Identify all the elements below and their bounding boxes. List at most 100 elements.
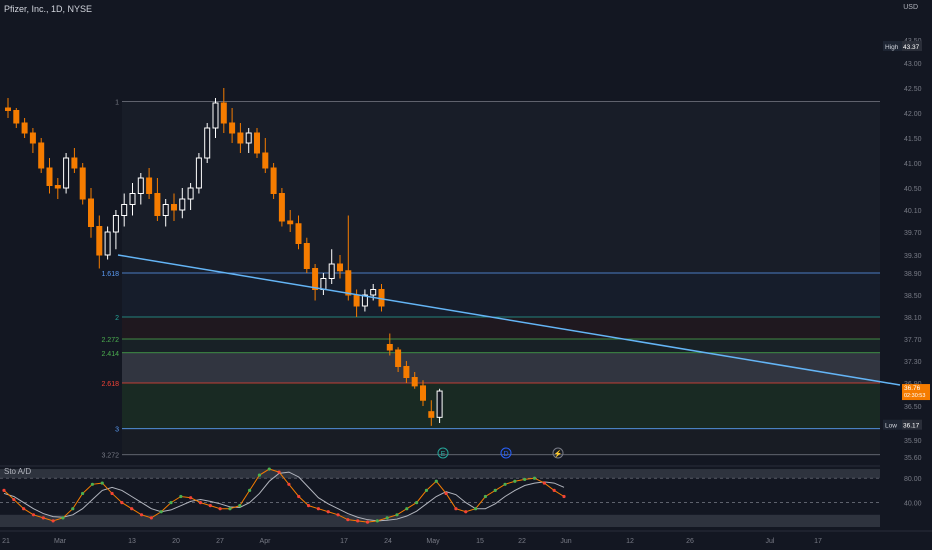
low-label: Low	[885, 423, 897, 430]
candle-body	[129, 193, 136, 205]
candle-body	[112, 215, 119, 233]
stoch-d-line	[3, 471, 565, 522]
stoch-point	[365, 520, 370, 524]
fib-level-label: 2.414	[101, 351, 119, 358]
y-tick-label: 41.50	[904, 136, 922, 143]
stoch-point	[139, 513, 144, 517]
candle-body	[54, 185, 61, 189]
chart-root: { "header": { "title": "Pfizer, Inc., 1D…	[0, 0, 932, 550]
candle-body	[212, 102, 219, 129]
x-tick-label: 21	[2, 538, 10, 545]
stoch-point	[12, 497, 16, 502]
y-tick-label: 39.70	[904, 230, 922, 237]
candle-body	[229, 122, 236, 134]
stoch-point	[287, 482, 291, 486]
price-chart[interactable]: 43.5043.0042.5042.0041.5041.0040.5040.10…	[0, 0, 932, 550]
candle-body	[328, 263, 335, 279]
stoch-point	[110, 491, 114, 496]
y-tick-label: 43.00	[904, 61, 922, 68]
y-tick-label: 41.00	[904, 161, 922, 168]
candle-body	[295, 223, 302, 244]
stoch-point	[90, 482, 95, 486]
candle-body	[312, 268, 319, 290]
candle-body	[262, 152, 269, 169]
y-tick-label: 40.50	[904, 186, 922, 193]
stoch-point	[198, 501, 203, 505]
candle-body	[386, 344, 393, 351]
candle-body	[104, 231, 111, 256]
stoch-point	[208, 504, 212, 508]
stoch-lower-band	[0, 514, 880, 527]
candle-body	[370, 289, 377, 296]
candle-body	[320, 278, 327, 290]
candle-body	[29, 132, 36, 144]
y-tick-label: 35.90	[904, 438, 922, 445]
stoch-point	[405, 507, 409, 511]
stoch-point	[562, 494, 566, 499]
currency-label: USD	[903, 4, 918, 11]
x-tick-label: Jul	[766, 538, 775, 545]
fib-level-label: 3.272	[101, 453, 119, 460]
high-label: High	[885, 44, 899, 51]
candle-body	[378, 289, 385, 307]
y-tick-label: 37.30	[904, 359, 922, 366]
y-tick-label: 38.50	[904, 293, 922, 300]
candle-body	[270, 167, 277, 194]
stoch-point	[149, 516, 153, 520]
low-price-value: 36.17	[903, 423, 920, 430]
stoch-point	[228, 507, 232, 511]
stoch-point	[277, 470, 281, 474]
y-tick-label: 35.60	[904, 455, 922, 462]
y-tick-label: 42.00	[904, 111, 922, 118]
candle-body	[154, 193, 161, 216]
stoch-point	[444, 491, 448, 496]
stoch-point	[552, 488, 556, 492]
candle-body	[195, 157, 202, 189]
stoch-point	[238, 504, 242, 508]
fib-zone	[122, 317, 880, 339]
candle-body	[21, 122, 28, 134]
fib-level-label: 1	[115, 100, 119, 107]
stoch-point	[2, 488, 6, 492]
candle-body	[345, 270, 352, 296]
event-marker-label: ⚡	[554, 449, 563, 458]
stoch-point	[248, 488, 252, 492]
candle-body	[146, 177, 153, 194]
candle-body	[162, 204, 169, 216]
candle-body	[79, 167, 86, 200]
stoch-point	[326, 510, 330, 514]
stoch-point	[503, 482, 507, 486]
candle-body	[96, 226, 103, 256]
y-tick-label: 38.90	[904, 271, 922, 278]
chart-title: Pfizer, Inc., 1D, NYSE	[4, 4, 93, 14]
x-tick-label: 24	[384, 538, 392, 545]
event-marker-label: D	[503, 451, 508, 458]
stoch-point	[523, 477, 527, 482]
x-tick-label: 15	[476, 538, 484, 545]
candle-body	[395, 349, 402, 367]
x-tick-label: Apr	[260, 538, 272, 545]
stoch-point	[257, 473, 262, 477]
candle-body	[287, 220, 294, 225]
high-price-value: 43.37	[903, 44, 920, 51]
candle-body	[436, 390, 443, 418]
fib-zone	[122, 352, 880, 383]
x-tick-label: 13	[128, 538, 136, 545]
stoch-point	[130, 507, 134, 511]
stoch-point	[267, 467, 271, 471]
stoch-point	[385, 516, 389, 520]
event-marker-label: E	[441, 451, 446, 458]
stoch-point	[356, 519, 360, 523]
x-tick-label: 26	[686, 538, 694, 545]
fib-level-label: 2.272	[101, 337, 119, 344]
stoch-point	[542, 481, 546, 485]
x-tick-label: 22	[518, 538, 526, 545]
candle-body	[187, 187, 194, 200]
stoch-point	[415, 501, 419, 505]
stoch-upper-band	[0, 469, 880, 479]
indicator-label: Sto A/D	[4, 467, 32, 476]
x-tick-label: 12	[626, 538, 634, 545]
candle-body	[121, 204, 128, 216]
candle-body	[353, 294, 360, 307]
candle-body	[46, 167, 53, 186]
